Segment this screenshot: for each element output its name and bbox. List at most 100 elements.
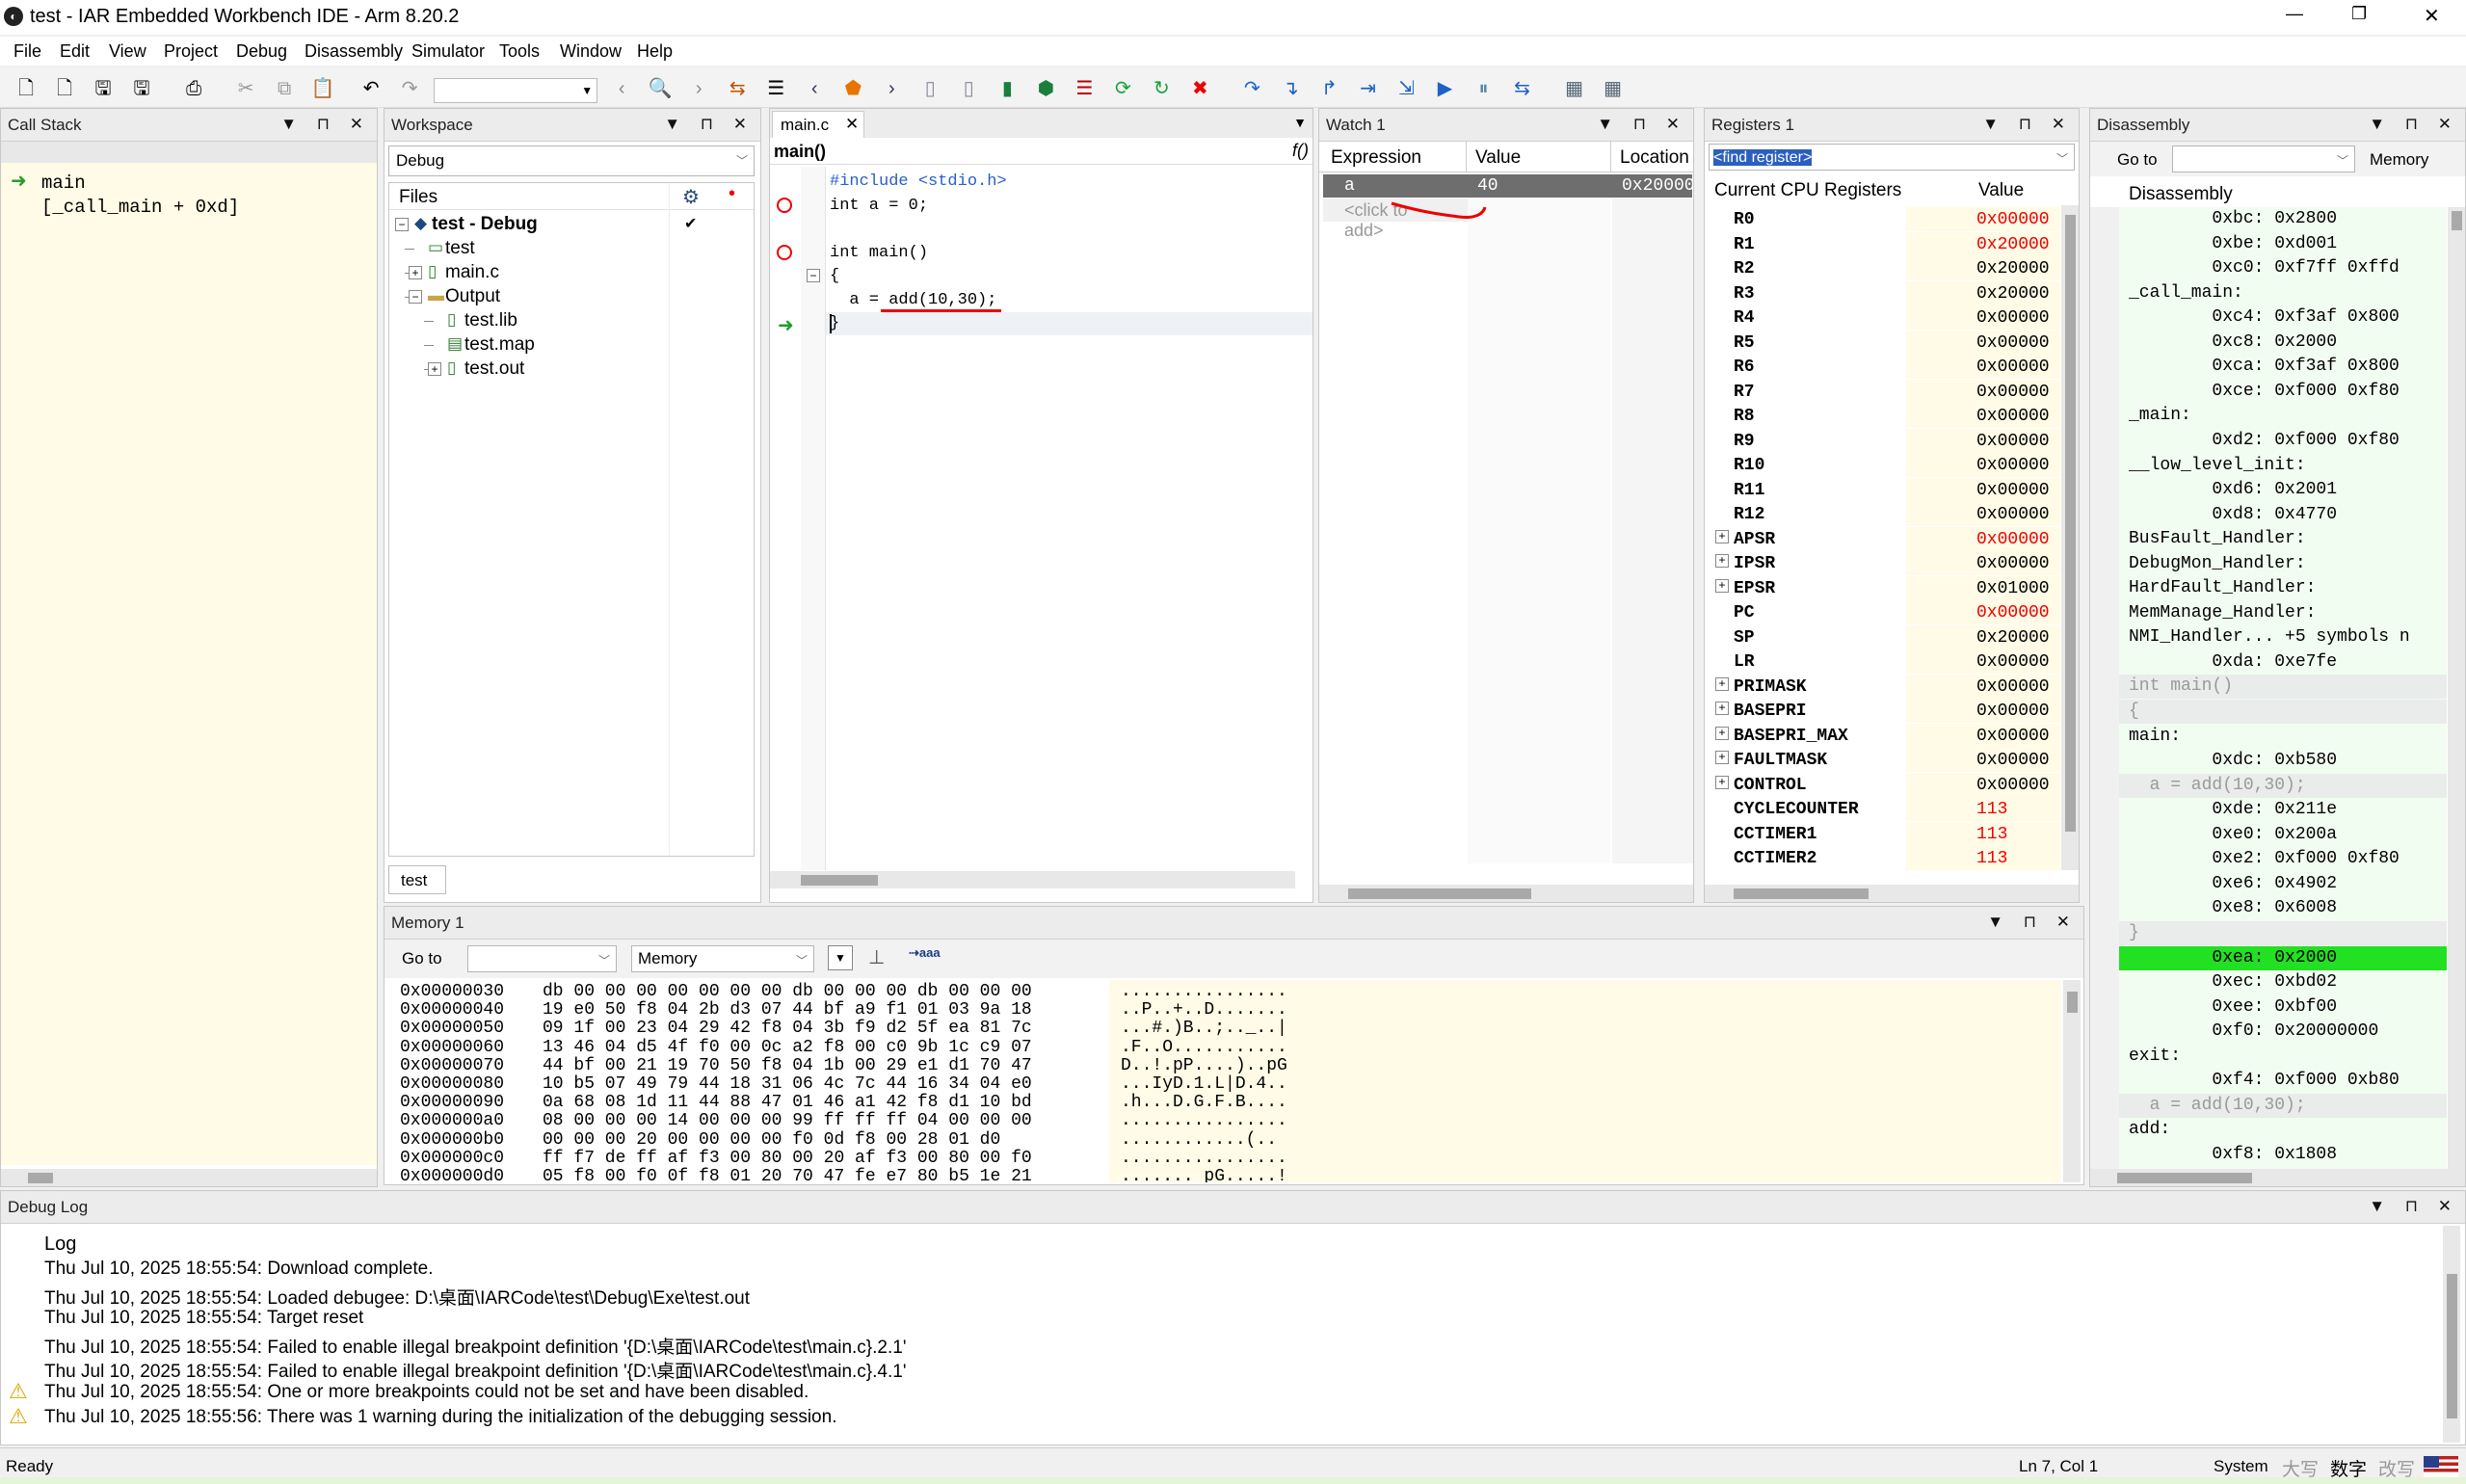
panel-buttons[interactable]: ▼ ⊓ ✕ xyxy=(280,115,371,134)
register-value[interactable]: 0x00000 xyxy=(1976,751,2050,770)
register-row[interactable]: R12 0x00000 xyxy=(1709,502,2060,526)
disasm-source-line[interactable]: { xyxy=(2119,700,2447,724)
register-row[interactable]: R4 0x00000 xyxy=(1709,305,2060,330)
workspace-tab[interactable]: test xyxy=(388,865,446,894)
disasm-instruction[interactable]: 0xbc: 0x2800 xyxy=(2119,207,2447,231)
disasm-instruction[interactable]: 0xda: 0xe7fe xyxy=(2119,650,2447,675)
register-value[interactable]: 0x00000 xyxy=(1976,210,2050,229)
tree-item[interactable]: − ◆ test - Debug ✔ xyxy=(389,213,754,238)
bookmark-icon[interactable]: ⬟ xyxy=(838,72,867,103)
register-value[interactable]: 0x00000 xyxy=(1976,505,2050,524)
memory-ascii[interactable]: ................ xyxy=(1121,1111,1287,1130)
log-vscroll[interactable] xyxy=(2443,1226,2460,1443)
disasm-instruction[interactable]: 0xd2: 0xf000 0xf80 xyxy=(2119,429,2447,453)
run-to-cursor-icon[interactable]: ⇲ xyxy=(1392,72,1420,103)
make-icon[interactable]: ⬢ xyxy=(1031,72,1060,103)
find-icon[interactable]: 🔍 xyxy=(646,72,675,103)
function-list-icon[interactable]: f() xyxy=(1292,141,1309,161)
disasm-vscroll[interactable] xyxy=(2448,207,2465,1171)
fold-icon[interactable]: − xyxy=(807,269,820,282)
tree-item[interactable]: + ▯ main.c xyxy=(389,261,754,286)
reset-options-icon[interactable]: ⇆ xyxy=(1508,72,1537,103)
menu-disassembly[interactable]: Disassembly xyxy=(305,41,403,62)
panel-buttons[interactable]: ▼ ⊓ ✕ xyxy=(1982,115,2073,134)
watch-value[interactable]: 40 xyxy=(1477,176,1498,196)
prev-bookmark-icon[interactable]: ▯ xyxy=(915,72,944,103)
replace-icon[interactable]: ⇆ xyxy=(723,72,752,103)
register-row[interactable]: CYCLECOUNTER 113 xyxy=(1709,797,2060,821)
goto-icon[interactable]: ☰ xyxy=(761,72,790,103)
register-value[interactable]: 0x00000 xyxy=(1976,456,2050,475)
register-value[interactable]: 0x00000 xyxy=(1976,603,2050,623)
value-header[interactable]: Value xyxy=(1978,180,2024,201)
layout-icon[interactable]: ▦ xyxy=(1560,72,1589,103)
register-value[interactable]: 113 xyxy=(1976,800,2007,819)
register-value[interactable]: 0x00000 xyxy=(1976,554,2050,573)
register-row[interactable]: R5 0x00000 xyxy=(1709,330,2060,355)
code-line[interactable]: { xyxy=(830,267,839,285)
breakpoint-icon[interactable] xyxy=(777,197,792,213)
register-row[interactable]: R3 0x20000 xyxy=(1709,280,2060,305)
disasm-instruction[interactable]: 0xce: 0xf000 0xf80 xyxy=(2119,380,2447,404)
register-value[interactable]: 0x00000 xyxy=(1976,727,2050,746)
expand-toggle-icon[interactable]: + xyxy=(1715,726,1729,740)
menu-edit[interactable]: Edit xyxy=(60,41,90,62)
memory-ascii[interactable]: ...IyD.1.L|D.4.. xyxy=(1121,1074,1287,1094)
register-row[interactable]: CCTIMER2 113 xyxy=(1709,846,2060,870)
register-row[interactable]: R9 0x00000 xyxy=(1709,428,2060,453)
find-prev-icon[interactable]: ‹ xyxy=(607,73,636,104)
expand-toggle-icon[interactable]: + xyxy=(1715,578,1729,593)
nav-forward-icon[interactable]: › xyxy=(877,73,906,104)
panel-buttons[interactable]: ▼ ⊓ ✕ xyxy=(1987,913,2078,932)
watch-row[interactable]: a 40 0x20000 xyxy=(1323,174,1693,198)
register-value[interactable]: 0x00000 xyxy=(1976,702,2050,721)
memory-hex[interactable]: 19 e0 50 f8 04 2b d3 07 44 bf a9 f1 01 0… xyxy=(543,1000,1032,1020)
memory-ascii[interactable]: D..!.pP....)..pG xyxy=(1121,1056,1287,1075)
disasm-source-line[interactable]: int main() xyxy=(2119,675,2447,700)
tree-item[interactable]: − ▬ Output xyxy=(389,285,754,310)
register-value[interactable]: 0x00000 xyxy=(1976,481,2050,500)
undo-icon[interactable]: ↶ xyxy=(357,72,385,103)
register-row[interactable]: CCTIMER1 113 xyxy=(1709,821,2060,846)
disasm-instruction[interactable]: 0xde: 0x211e xyxy=(2119,798,2447,822)
log-entry[interactable]: Thu Jul 10, 2025 18:55:54: Target reset xyxy=(44,1308,363,1329)
toggle-breakpoint-icon[interactable]: ☰ xyxy=(1070,72,1099,103)
memory-ascii[interactable]: ................ xyxy=(1121,1149,1287,1168)
expand-toggle-icon[interactable]: + xyxy=(1715,676,1729,691)
stop-debug-icon[interactable]: ✖ xyxy=(1185,72,1214,103)
disasm-source-line[interactable]: a = add(10,30); xyxy=(2119,773,2447,798)
disasm-instruction[interactable]: 0xe8: 0x6008 xyxy=(2119,896,2447,920)
step-over-icon[interactable]: ↷ xyxy=(1237,72,1266,103)
register-row[interactable]: + IPSR 0x00000 xyxy=(1709,551,2060,575)
expand-toggle-icon[interactable]: + xyxy=(1715,702,1729,715)
memory-ascii[interactable]: ..P..+..D....... xyxy=(1121,1000,1287,1020)
memory-hex[interactable]: 00 00 00 20 00 00 00 00 f0 0d f8 00 28 0… xyxy=(543,1130,1000,1150)
register-row[interactable]: + BASEPRI_MAX 0x00000 xyxy=(1709,723,2060,748)
register-row[interactable]: R1 0x20000 xyxy=(1709,231,2060,256)
memory-ascii[interactable]: ............(.. xyxy=(1121,1130,1277,1150)
memory-hex[interactable]: 05 f8 00 f0 0f f8 01 20 70 47 fe e7 80 b… xyxy=(543,1167,1032,1182)
step-into-icon[interactable]: ↴ xyxy=(1276,72,1305,103)
register-value[interactable]: 0x00000 xyxy=(1976,432,2050,451)
disasm-list[interactable]: 0xbc: 0x2800 0xbe: 0xd001 0xc0: 0xf7ff 0… xyxy=(2119,207,2447,1171)
nav-back-icon[interactable]: ‹ xyxy=(800,73,829,104)
disasm-label[interactable]: NMI_Handler... +5 symbols n xyxy=(2119,625,2447,649)
menu-file[interactable]: File xyxy=(13,41,41,62)
disasm-instruction[interactable]: 0xee: 0xbf00 xyxy=(2119,995,2447,1020)
disasm-label[interactable]: exit: xyxy=(2119,1045,2447,1069)
register-value[interactable]: 0x00000 xyxy=(1976,530,2050,549)
disasm-instruction[interactable]: 0xf0: 0x20000000 xyxy=(2119,1020,2447,1044)
disasm-instruction[interactable]: 0xc0: 0xf7ff 0xffd xyxy=(2119,256,2447,280)
panel-buttons[interactable]: ▼ ⊓ ✕ xyxy=(2369,1197,2459,1216)
memory-zone-select[interactable]: Memory ﹀ xyxy=(631,945,814,972)
register-row[interactable]: R11 0x00000 xyxy=(1709,477,2060,502)
expand-toggle-icon[interactable]: + xyxy=(1715,775,1729,789)
copy-icon[interactable]: ⧉ xyxy=(270,73,299,104)
register-row[interactable]: + BASEPRI 0x00000 xyxy=(1709,699,2060,723)
disasm-source-line[interactable]: } xyxy=(2119,920,2447,945)
gear-icon[interactable]: ⚙ xyxy=(682,185,700,209)
disasm-instruction[interactable]: 0xe6: 0x4902 xyxy=(2119,872,2447,896)
disasm-instruction[interactable]: 0xdc: 0xb580 xyxy=(2119,749,2447,773)
editor-hscroll[interactable] xyxy=(770,871,1295,888)
register-row[interactable]: LR 0x00000 xyxy=(1709,649,2060,674)
